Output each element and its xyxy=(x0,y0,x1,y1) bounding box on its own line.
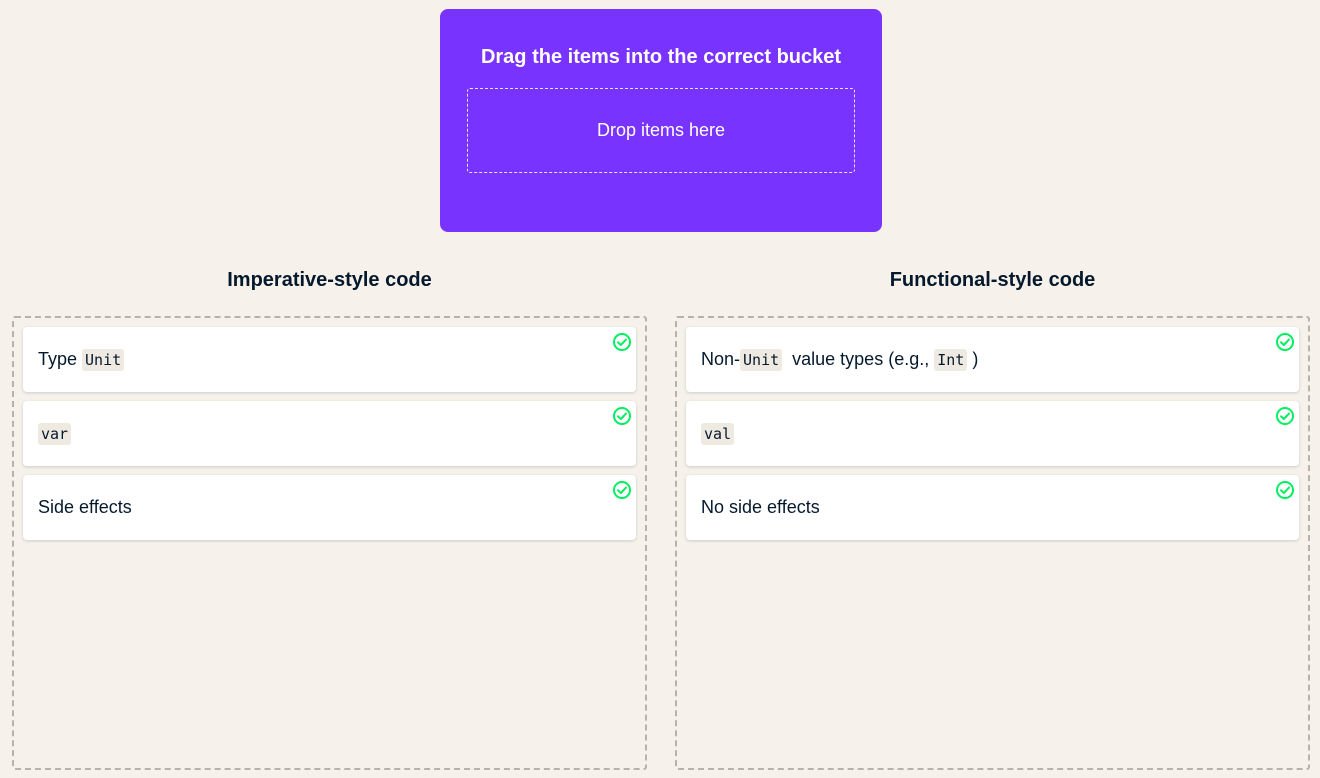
draggable-card[interactable]: var xyxy=(23,401,636,466)
check-circle-icon xyxy=(1276,407,1294,425)
card-text: ) xyxy=(967,349,979,369)
card-text: Non- xyxy=(701,349,741,369)
card-code: var xyxy=(38,422,72,445)
card-code: Unit xyxy=(740,348,783,371)
drop-zone-placeholder: Drop items here xyxy=(596,120,726,140)
draggable-card[interactable]: No side effects xyxy=(686,475,1299,540)
check-circle-icon xyxy=(613,333,631,351)
draggable-card[interactable]: Type Unit xyxy=(23,327,636,392)
draggable-card[interactable]: Side effects xyxy=(23,475,636,540)
card-code: val xyxy=(701,422,735,445)
drop-zone[interactable]: Drop items here xyxy=(467,88,855,173)
bucket-functional[interactable]: Non- Unit value types (e.g., Int ) val No… xyxy=(675,316,1310,770)
card-text: No side effects xyxy=(701,497,820,517)
card-text: Type xyxy=(38,349,83,369)
check-circle-icon xyxy=(613,481,631,499)
bucket-title-functional: Functional-style code xyxy=(889,269,1096,291)
bucket-imperative[interactable]: Type Unit var Side effects xyxy=(12,316,647,770)
card-text: Side effects xyxy=(38,497,132,517)
card-code: Int xyxy=(934,348,968,371)
card-code: Unit xyxy=(82,348,125,371)
check-circle-icon xyxy=(613,407,631,425)
card-text: value types (e.g., xyxy=(782,349,935,369)
check-circle-icon xyxy=(1276,481,1294,499)
bucket-title-imperative: Imperative-style code xyxy=(227,269,432,291)
prompt-title: Drag the items into the correct bucket xyxy=(480,46,842,68)
draggable-card[interactable]: Non- Unit value types (e.g., Int ) xyxy=(686,327,1299,392)
draggable-card[interactable]: val xyxy=(686,401,1299,466)
check-circle-icon xyxy=(1276,333,1294,351)
prompt-panel: Drag the items into the correct bucket D… xyxy=(440,9,882,232)
